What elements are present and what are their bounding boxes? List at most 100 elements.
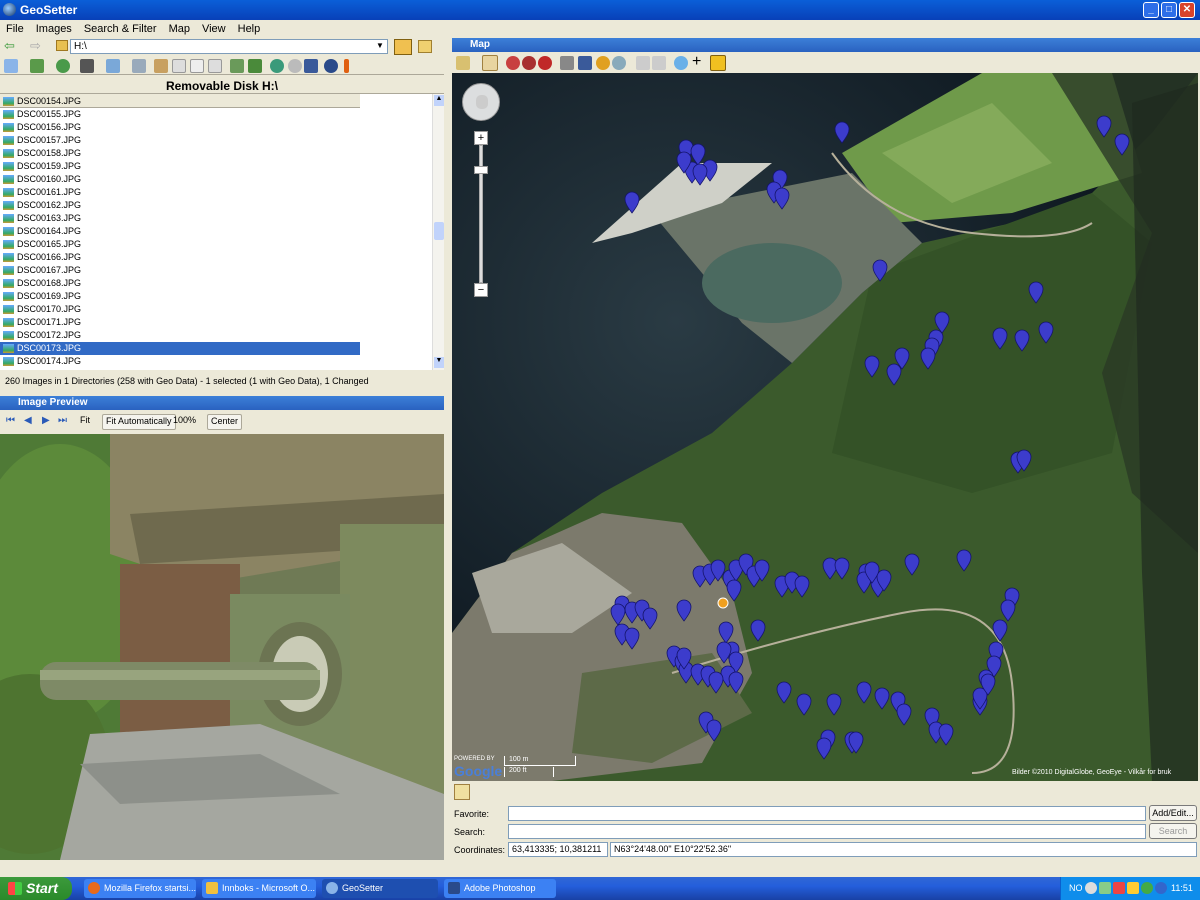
taskbar-photoshop[interactable]: Adobe Photoshop — [444, 879, 556, 898]
zoom-slider-thumb[interactable] — [474, 166, 488, 174]
globe-icon[interactable] — [324, 59, 338, 73]
language-indicator[interactable]: NO — [1069, 883, 1083, 893]
file-row[interactable]: DSC00164.JPG — [0, 225, 360, 238]
file-row[interactable]: DSC00173.JPG — [0, 342, 360, 355]
file-list-scrollbar[interactable]: ▲ ▼ — [432, 94, 444, 370]
zoom-map-icon[interactable] — [612, 56, 626, 70]
file-row[interactable]: DSC00171.JPG — [0, 316, 360, 329]
marker-add-icon[interactable] — [506, 56, 520, 70]
camera-icon[interactable] — [80, 59, 94, 73]
tray-icon-2[interactable] — [1099, 882, 1111, 894]
edit-data-icon[interactable] — [154, 59, 168, 73]
scroll-down-icon[interactable]: ▼ — [434, 357, 444, 368]
save-icon[interactable] — [304, 59, 318, 73]
file-row[interactable]: DSC00157.JPG — [0, 134, 360, 147]
map-sync-icon[interactable] — [230, 59, 244, 73]
comment-icon[interactable] — [674, 56, 688, 70]
marker-remove-icon[interactable] — [538, 56, 552, 70]
coordinates-decimal-input[interactable]: 63,413335; 10,381211 — [508, 842, 608, 857]
undo-icon[interactable] — [270, 59, 284, 73]
favorite-star-icon[interactable] — [710, 55, 726, 71]
folder-up-icon[interactable] — [56, 40, 68, 51]
paste-special-icon[interactable] — [208, 59, 222, 73]
file-row[interactable]: DSC00172.JPG — [0, 329, 360, 342]
file-row[interactable]: DSC00169.JPG — [0, 290, 360, 303]
zoom-out-button[interactable]: − — [474, 283, 488, 297]
menu-search-filter[interactable]: Search & Filter — [78, 20, 163, 38]
maximize-button[interactable]: □ — [1161, 2, 1177, 18]
back-arrow-icon[interactable]: ⇦ — [4, 39, 18, 52]
scroll-up-icon[interactable]: ▲ — [434, 95, 444, 106]
file-row[interactable]: DSC00159.JPG — [0, 160, 360, 173]
add-edit-button[interactable]: Add/Edit... — [1149, 805, 1197, 821]
menu-images[interactable]: Images — [30, 20, 78, 38]
coordinates-dms-input[interactable]: N63°24'48.00" E10°22'52.36" — [610, 842, 1197, 857]
search-button[interactable]: Search — [1149, 823, 1197, 839]
file-row[interactable]: DSC00166.JPG — [0, 251, 360, 264]
pan-control[interactable] — [462, 83, 500, 121]
map-attribution[interactable]: Bilder ©2010 DigitalGlobe, GeoEye - Vilk… — [1012, 769, 1171, 776]
forward-arrow-icon[interactable]: ⇨ — [30, 39, 44, 52]
favorites-folder-icon[interactable] — [418, 40, 432, 53]
map-type-icon[interactable] — [456, 56, 470, 70]
selected-photo-marker[interactable] — [717, 597, 729, 609]
file-row[interactable]: DSC00168.JPG — [0, 277, 360, 290]
tray-icon-4[interactable] — [1127, 882, 1139, 894]
taskbar-geosetter[interactable]: GeoSetter — [322, 879, 438, 898]
file-row[interactable]: DSC00170.JPG — [0, 303, 360, 316]
satellite-map[interactable]: + − POWERED BY Google 100 m 200 ft Bilde… — [452, 73, 1198, 781]
tree-icon[interactable] — [248, 59, 262, 73]
map-back-icon[interactable] — [636, 56, 650, 70]
taskbar-outlook[interactable]: Innboks - Microsoft O... — [202, 879, 316, 898]
next-image-icon[interactable]: ▶ — [42, 415, 50, 426]
select-icon[interactable] — [132, 59, 146, 73]
menu-file[interactable]: File — [0, 20, 30, 38]
view-mode-icon[interactable] — [4, 59, 18, 73]
filter-icon[interactable] — [106, 59, 120, 73]
file-row[interactable]: DSC00165.JPG — [0, 238, 360, 251]
sort-icon[interactable] — [30, 59, 44, 73]
zoom-dropdown[interactable]: 100% — [170, 414, 199, 430]
menu-help[interactable]: Help — [232, 20, 267, 38]
file-row[interactable]: DSC00161.JPG — [0, 186, 360, 199]
track-edit-icon[interactable] — [578, 56, 592, 70]
center-button[interactable]: Center — [207, 414, 243, 430]
tray-icon-5[interactable] — [1141, 882, 1153, 894]
crosshair-icon[interactable]: + — [692, 53, 701, 71]
set-position-icon[interactable] — [482, 55, 498, 71]
track-icon[interactable] — [560, 56, 574, 70]
file-row[interactable]: DSC00160.JPG — [0, 173, 360, 186]
file-row[interactable]: DSC00167.JPG — [0, 264, 360, 277]
scroll-thumb[interactable] — [434, 222, 444, 240]
file-row[interactable]: DSC00174.JPG — [0, 355, 360, 368]
path-dropdown-icon[interactable]: ▼ — [376, 41, 384, 50]
browse-folder-button[interactable] — [394, 39, 412, 55]
menu-map[interactable]: Map — [163, 20, 196, 38]
paste-icon[interactable] — [190, 59, 204, 73]
refresh-icon[interactable] — [56, 59, 70, 73]
favorite-select[interactable] — [508, 806, 1146, 821]
fit-automatically-button[interactable]: Fit Automatically — [102, 414, 176, 430]
file-row[interactable]: DSC00154.JPG — [0, 95, 360, 108]
map-canvas[interactable] — [452, 73, 1198, 781]
redo-icon[interactable] — [288, 59, 302, 73]
previous-image-icon[interactable]: ◀ — [24, 415, 32, 426]
find-icon[interactable] — [596, 56, 610, 70]
tray-icon-3[interactable] — [1113, 882, 1125, 894]
last-image-icon[interactable]: ⏭ — [58, 415, 67, 426]
map-forward-icon[interactable] — [652, 56, 666, 70]
file-row[interactable]: DSC00158.JPG — [0, 147, 360, 160]
copy-icon[interactable] — [172, 59, 186, 73]
file-list[interactable]: DSC00154.JPG DSC00155.JPG DSC00156.JPG DSC0… — [0, 94, 432, 370]
tray-icon-1[interactable] — [1085, 882, 1097, 894]
info-icon[interactable] — [344, 59, 349, 73]
taskbar-firefox[interactable]: Mozilla Firefox startsi... — [84, 879, 196, 898]
menu-view[interactable]: View — [196, 20, 232, 38]
file-row[interactable]: DSC00163.JPG — [0, 212, 360, 225]
search-input[interactable] — [508, 824, 1146, 839]
path-input[interactable]: H:\ — [70, 39, 388, 54]
tray-icon-6[interactable] — [1155, 882, 1167, 894]
close-button[interactable]: ✕ — [1179, 2, 1195, 18]
file-row[interactable]: DSC00155.JPG — [0, 108, 360, 121]
marker-assign-icon[interactable] — [522, 56, 536, 70]
